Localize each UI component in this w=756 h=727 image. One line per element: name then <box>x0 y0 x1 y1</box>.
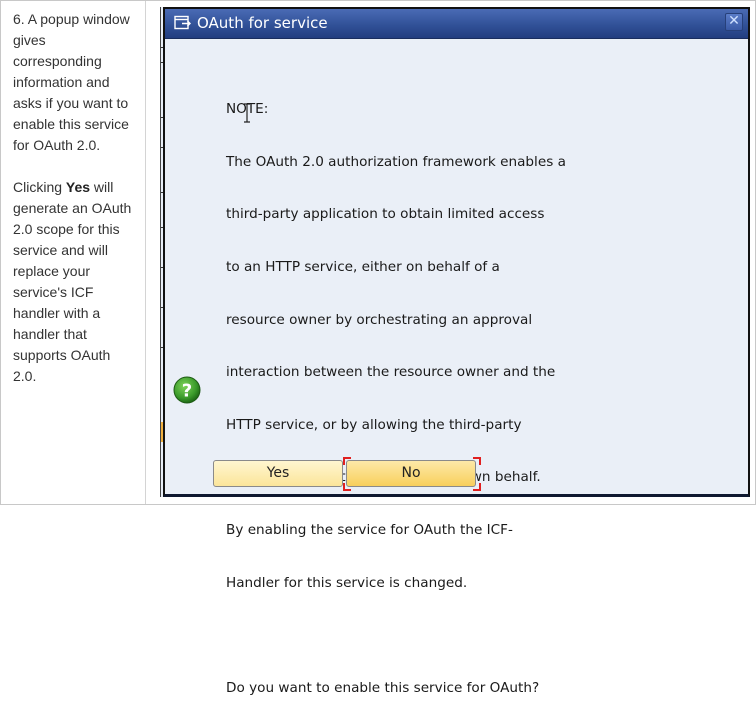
instruction-cell: 6. A popup window gives corresponding in… <box>1 1 146 504</box>
focus-indicator <box>343 483 351 491</box>
detail-prefix: Clicking <box>13 179 66 195</box>
message-line: third-party application to obtain limite… <box>226 206 545 223</box>
no-button[interactable]: No <box>346 460 476 487</box>
message-line: resource owner by orchestrating an appro… <box>226 311 533 328</box>
message-line: to an HTTP service, either on behalf of … <box>226 259 500 276</box>
step-intro-text: 6. A popup window gives corresponding in… <box>13 11 130 153</box>
detail-suffix: will generate an OAuth 2.0 scope for thi… <box>13 179 132 384</box>
focus-indicator <box>343 457 351 465</box>
message-line: interaction between the resource owner a… <box>226 364 556 381</box>
message-line: HTTP service, or by allowing the third-p… <box>226 416 522 433</box>
dialog-titlebar[interactable]: OAuth for service ✕ <box>165 9 748 39</box>
message-line: The OAuth 2.0 authorization framework en… <box>226 153 566 170</box>
close-button[interactable]: ✕ <box>725 13 743 31</box>
dialog-window-icon <box>174 15 192 31</box>
text-cursor-icon <box>243 103 251 123</box>
close-icon: ✕ <box>728 13 740 29</box>
question-line: Do you want to enable this service for O… <box>226 679 540 696</box>
dialog-title: OAuth for service <box>197 14 328 32</box>
message-line: By enabling the service for OAuth the IC… <box>226 522 513 539</box>
step-detail-text: Clicking Yes will generate an OAuth 2.0 … <box>13 177 137 387</box>
dialog-message: NOTE: The OAuth 2.0 authorization framew… <box>226 70 706 727</box>
svg-text:?: ? <box>182 381 192 402</box>
message-line: Handler for this service is changed. <box>226 574 468 591</box>
focus-indicator <box>473 483 481 491</box>
detail-bold-yes: Yes <box>65 179 91 195</box>
focus-indicator <box>473 457 481 465</box>
oauth-dialog: OAuth for service ✕ NOTE: The OAuth 2.0 … <box>163 7 750 696</box>
question-icon: ? <box>173 376 201 404</box>
yes-button[interactable]: Yes <box>213 460 343 487</box>
message-line: NOTE: <box>226 101 269 118</box>
